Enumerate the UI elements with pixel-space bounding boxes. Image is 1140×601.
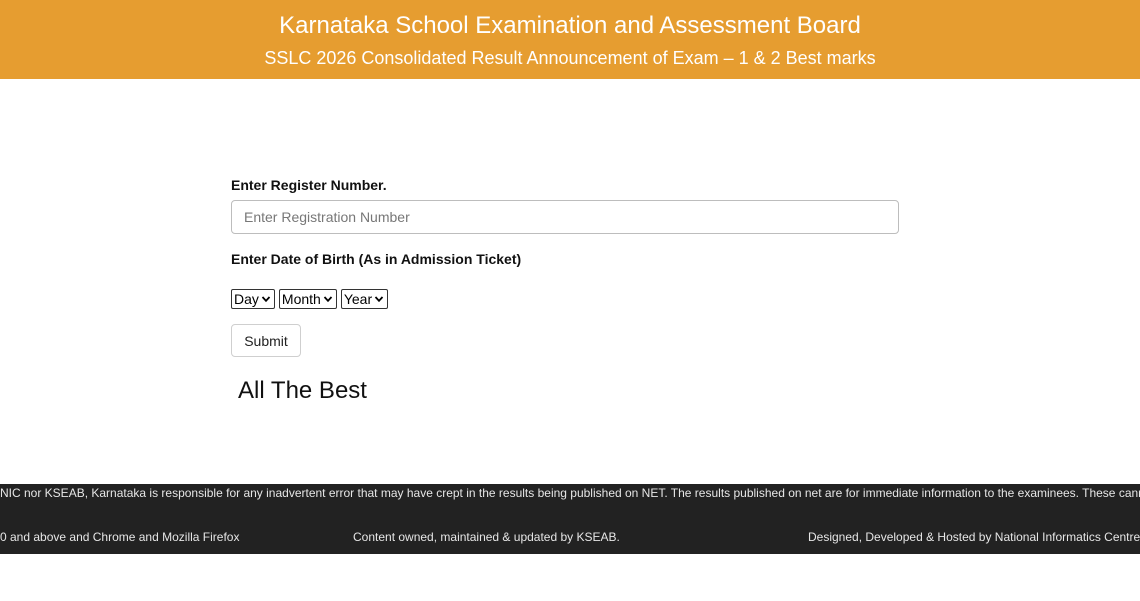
register-number-label: Enter Register Number.: [231, 177, 387, 193]
day-select-value: Day: [234, 291, 259, 307]
chevron-down-icon: [323, 296, 332, 303]
year-select[interactable]: Year: [340, 289, 389, 309]
register-number-input[interactable]: [231, 200, 899, 234]
hosting-note: Designed, Developed & Hosted by National…: [808, 530, 1140, 544]
dob-label: Enter Date of Birth (As in Admission Tic…: [231, 251, 522, 267]
browser-note: 0 and above and Chrome and Mozilla Firef…: [0, 530, 240, 544]
dob-selects: Day Month Year: [231, 289, 389, 309]
submit-button[interactable]: Submit: [231, 324, 301, 357]
year-select-value: Year: [343, 291, 373, 307]
day-select[interactable]: Day: [231, 289, 275, 309]
content-owner-note: Content owned, maintained & updated by K…: [353, 530, 620, 544]
disclaimer-marquee: NIC nor KSEAB, Karnataka is responsible …: [0, 486, 1140, 500]
chevron-down-icon: [374, 296, 384, 303]
chevron-down-icon: [261, 296, 271, 303]
page-title: Karnataka School Examination and Assessm…: [279, 12, 861, 39]
page-footer: NIC nor KSEAB, Karnataka is responsible …: [0, 484, 1140, 554]
month-select-value: Month: [281, 291, 321, 307]
month-select[interactable]: Month: [278, 289, 337, 309]
all-the-best-message: All The Best: [238, 377, 367, 404]
page-header: Karnataka School Examination and Assessm…: [0, 0, 1140, 79]
page-subtitle: SSLC 2026 Consolidated Result Announceme…: [264, 48, 876, 68]
